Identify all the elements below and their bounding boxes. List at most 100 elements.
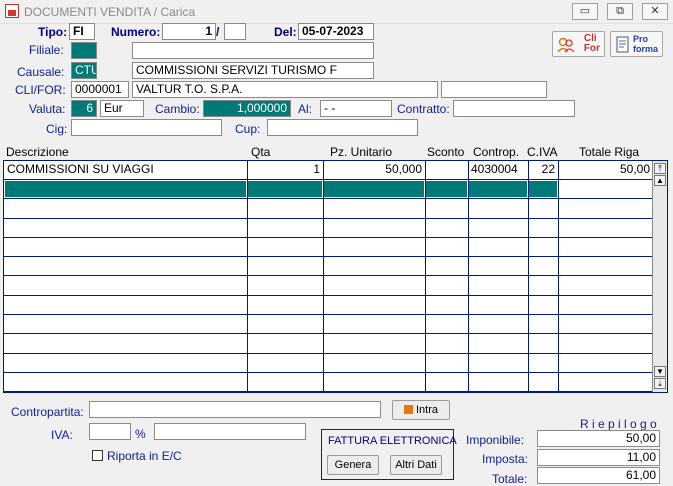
riporta-checkbox[interactable]	[92, 450, 103, 461]
window-title: DOCUMENTI VENDITA / Carica	[24, 5, 196, 19]
cig-label: Cig:	[46, 122, 68, 136]
numero-separator: /	[216, 25, 220, 39]
proforma-button[interactable]: Pro forma	[610, 31, 663, 57]
causale-label: Causale:	[17, 65, 65, 79]
numero-suffix-field[interactable]	[224, 23, 246, 40]
altri-dati-button[interactable]: Altri Dati	[390, 455, 442, 475]
numero-label: Numero:	[111, 25, 161, 39]
clifor-label: CLI/FOR:	[15, 83, 66, 97]
clifor-button[interactable]: Cli For	[552, 31, 605, 57]
causale-desc-field[interactable]: COMMISSIONI SERVIZI TURISMO F	[132, 62, 374, 79]
document-icon	[616, 36, 629, 53]
grid-header: Descrizione Qta Pz. Unitario Sconto Cont…	[4, 144, 668, 160]
filiale-label: Filiale:	[29, 43, 64, 57]
contropartita-field[interactable]	[89, 401, 381, 418]
imposta-field: 11,00	[537, 449, 660, 466]
close-button[interactable]: ✕	[642, 3, 668, 20]
intra-icon	[403, 405, 413, 414]
clifor-line2: For	[583, 43, 600, 54]
clifor-extra-field[interactable]	[441, 81, 547, 98]
iva-label: IVA:	[51, 428, 73, 442]
scroll-top-button[interactable]: ⤒	[654, 163, 666, 174]
clifor-name-field[interactable]: VALTUR T.O. S.P.A.	[132, 81, 438, 98]
contropartita-label: Contropartita:	[11, 405, 84, 419]
cell-controp[interactable]: 4030004	[468, 161, 528, 180]
iva-percent-label: %	[135, 427, 146, 441]
grid-scrollbar[interactable]: ⤒ ▲ ▼ ⤓	[652, 161, 667, 392]
grid-hline	[4, 198, 653, 199]
grid-hline	[4, 295, 653, 296]
scroll-bottom-button[interactable]: ⤓	[654, 378, 666, 389]
col-totale-riga[interactable]: Totale Riga	[579, 145, 639, 159]
tipo-field[interactable]: FI	[69, 23, 95, 40]
app-icon	[5, 4, 19, 18]
col-pz-unitario[interactable]: Pz. Unitario	[330, 145, 392, 159]
del-label: Del:	[274, 25, 297, 39]
col-qta[interactable]: Qta	[251, 145, 270, 159]
imposta-label: Imposta:	[482, 452, 529, 466]
filiale-desc-field[interactable]	[132, 42, 374, 59]
grid-hline	[4, 333, 653, 334]
minimize-button[interactable]: ▭	[572, 3, 598, 20]
restore-button[interactable]: ⧉	[607, 3, 633, 20]
proforma-line2: forma	[632, 44, 658, 54]
proforma-line1: Pro	[632, 34, 648, 44]
cell-sconto[interactable]	[425, 161, 468, 180]
cell-civa[interactable]: 22	[528, 161, 558, 180]
cell-descrizione[interactable]: COMMISSIONI SU VIAGGI	[4, 161, 247, 180]
col-civa[interactable]: C.IVA	[527, 145, 557, 159]
cambio-label: Cambio:	[155, 102, 200, 116]
iva-code-field[interactable]	[89, 423, 131, 440]
cell-totale[interactable]: 50,00	[558, 161, 653, 180]
intra-button[interactable]: Intra	[392, 400, 450, 420]
causale-code-field[interactable]: CTU	[71, 62, 97, 79]
people-icon	[557, 37, 575, 53]
fattura-elettronica-title: FATTURA ELETTRONICA	[328, 435, 457, 447]
riepilogo-label: R i e p i l o g o	[580, 417, 657, 431]
contratto-field[interactable]	[453, 100, 575, 117]
cell-qta[interactable]: 1	[247, 161, 323, 180]
valuta-code-field[interactable]: 6	[71, 100, 97, 117]
col-controp[interactable]: Controp.	[473, 145, 519, 159]
cup-field[interactable]	[267, 119, 418, 136]
iva-desc-field[interactable]	[154, 423, 306, 440]
selected-cell-sconto[interactable]	[426, 181, 467, 197]
grid-hline	[4, 275, 653, 276]
col-sconto[interactable]: Sconto	[427, 145, 464, 159]
totale-label: Totale:	[492, 472, 528, 486]
cig-field[interactable]	[71, 119, 222, 136]
tipo-label: Tipo:	[38, 25, 68, 39]
cup-label: Cup:	[235, 122, 261, 136]
grid-hline	[4, 391, 653, 392]
intra-label: Intra	[415, 404, 438, 416]
riporta-label: Riporta in E/C	[107, 449, 182, 463]
al-label: Al:	[298, 102, 313, 116]
genera-button[interactable]: Genera	[327, 455, 379, 475]
selected-cell-totale[interactable]	[559, 181, 652, 197]
selected-cell-descrizione[interactable]	[5, 181, 246, 197]
numero-field[interactable]: 1	[162, 23, 216, 40]
grid-hline	[4, 353, 653, 354]
grid-hline	[4, 314, 653, 315]
imponibile-field: 50,00	[537, 430, 660, 447]
totale-field: 61,00	[537, 467, 660, 484]
selected-cell-civa[interactable]	[529, 181, 557, 197]
selected-cell-controp[interactable]	[469, 181, 527, 197]
cambio-field[interactable]: 1,000000	[203, 100, 291, 117]
righe-grid[interactable]: COMMISSIONI SU VIAGGI 1 50,000 4030004 2…	[3, 160, 668, 393]
cell-pz-unitario[interactable]: 50,000	[323, 161, 425, 180]
grid-hline	[4, 237, 653, 238]
date-field[interactable]: 05-07-2023	[298, 23, 374, 40]
clifor-code-field[interactable]: 0000001	[71, 81, 129, 98]
valuta-name-field[interactable]: Eur	[100, 100, 144, 117]
contratto-label: Contratto:	[397, 102, 450, 116]
grid-hline	[4, 256, 653, 257]
filiale-code-field[interactable]	[71, 42, 97, 59]
selected-cell-pz[interactable]	[324, 181, 424, 197]
col-descrizione[interactable]: Descrizione	[6, 145, 69, 159]
selected-cell-qta[interactable]	[248, 181, 322, 197]
al-field[interactable]: - -	[320, 100, 392, 117]
imponibile-label: Imponibile:	[466, 433, 525, 447]
scroll-down-button[interactable]: ▼	[654, 366, 666, 377]
scroll-up-button[interactable]: ▲	[654, 175, 666, 186]
